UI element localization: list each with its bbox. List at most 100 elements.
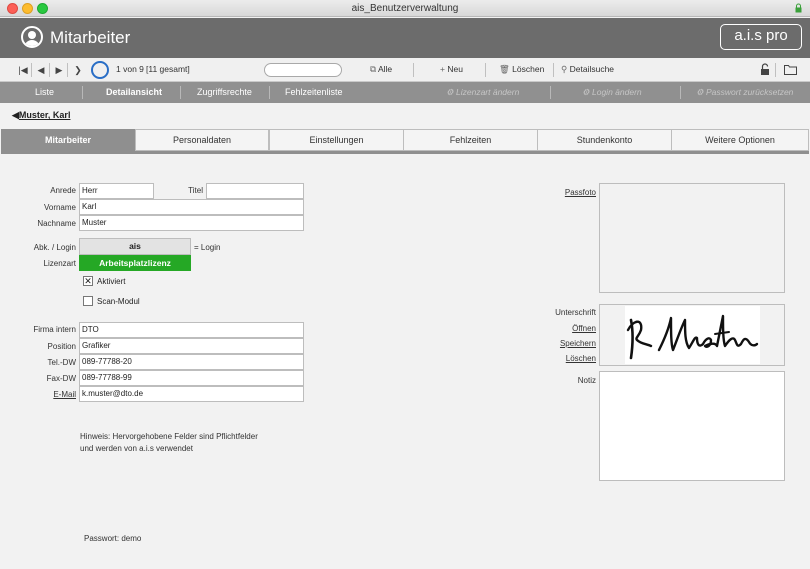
padlock-open-icon[interactable] (760, 63, 770, 76)
firma-field[interactable]: DTO (79, 322, 304, 338)
divider (180, 86, 181, 99)
window-titlebar: ais_Benutzerverwaltung (0, 0, 810, 17)
trash-icon: 🗑 (499, 64, 510, 74)
reset-password-button[interactable]: ⚙ Passwort zurücksetzen (696, 87, 793, 98)
signature-icon (626, 314, 759, 360)
change-license-label: Lizenzart ändern (456, 87, 520, 97)
record-position: 1 von 9 (116, 64, 144, 74)
breadcrumb-label: Muster, Karl (18, 110, 71, 120)
divider (269, 86, 270, 99)
notiz-field[interactable] (599, 371, 785, 481)
menu-detailansicht[interactable]: Detailansicht (106, 87, 162, 97)
titel-field[interactable] (206, 183, 304, 199)
divider (553, 63, 554, 77)
email-field[interactable]: k.muster@dto.de (79, 386, 304, 402)
menu-liste[interactable]: Liste (35, 87, 54, 97)
divider (67, 63, 68, 77)
search-input[interactable] (264, 63, 342, 77)
next-record-icon[interactable]: ▶ (53, 64, 65, 76)
nachname-field[interactable]: Muster (79, 215, 304, 231)
login-suffix: = Login (194, 243, 221, 252)
records-icon: ⧉ (370, 64, 377, 74)
menu-fehlzeitenliste[interactable]: Fehlzeitenliste (285, 87, 343, 97)
toolbar: |◀ ◀ ▶ ❯ 1 von 9 [11 gesamt] ⧉ Alle + Ne… (0, 58, 810, 82)
license-type-button[interactable]: Arbeitsplatzlizenz (79, 255, 191, 271)
delete-record-label: Löschen (512, 64, 545, 74)
note-line-1: Hinweis: Hervorgehobene Felder sind Pfli… (80, 432, 258, 441)
divider (31, 63, 32, 77)
tel-field[interactable]: 089-77788-20 (79, 354, 304, 370)
show-all-label: Alle (377, 64, 393, 74)
fax-field[interactable]: 089-77788-99 (79, 370, 304, 386)
anrede-label: Anrede (50, 186, 76, 195)
aktiviert-label: Aktiviert (97, 277, 126, 286)
position-label: Position (47, 342, 76, 351)
tab-fehlzeiten[interactable]: Fehlzeiten (403, 129, 538, 151)
prev-record-icon[interactable]: ◀ (35, 64, 47, 76)
reset-password-label: Passwort zurücksetzen (706, 87, 794, 97)
lizenzart-label: Lizenzart (43, 259, 76, 268)
magnifier-icon: ⚲ (561, 64, 568, 74)
divider (413, 63, 414, 77)
vorname-label: Vorname (43, 203, 76, 212)
login-field: ais (79, 238, 191, 255)
change-login-label: Login ändern (592, 87, 642, 97)
new-record-label: Neu (447, 64, 463, 74)
change-license-button[interactable]: ⚙ Lizenzart ändern (446, 87, 519, 98)
change-login-button[interactable]: ⚙ Login ändern (582, 87, 642, 98)
vorname-field[interactable]: Karl (79, 199, 304, 215)
show-all-button[interactable]: ⧉ Alle (370, 64, 392, 75)
signature-image (625, 306, 760, 364)
note-line-2: und werden von a.i.s verwendet (80, 444, 193, 453)
tab-personaldaten[interactable]: Personaldaten (135, 129, 269, 151)
aktiviert-checkbox[interactable]: ✕ (83, 276, 93, 286)
speichern-link[interactable]: Speichern (520, 339, 596, 348)
tab-weitere-optionen[interactable]: Weitere Optionen (671, 129, 809, 151)
menu-zugriffsrechte[interactable]: Zugriffsrechte (197, 87, 252, 97)
firma-label: Firma intern (33, 325, 76, 334)
passfoto-link[interactable]: Passfoto (530, 188, 596, 197)
divider (680, 86, 681, 99)
anrede-field[interactable]: Herr (79, 183, 154, 199)
gear-icon: ⚙ (446, 87, 454, 97)
password-hint: Passwort: demo (84, 534, 142, 543)
tab-mitarbeiter[interactable]: Mitarbeiter (1, 129, 135, 151)
fax-label: Fax-DW (46, 374, 76, 383)
first-record-icon[interactable]: |◀ (17, 64, 29, 76)
folder-icon[interactable] (784, 64, 797, 75)
app-logo: a.i.s pro (720, 24, 802, 50)
view-menubar: Liste Detailansicht Zugriffsrechte Fehlz… (0, 82, 810, 103)
oeffnen-link[interactable]: Öffnen (520, 324, 596, 333)
tel-label: Tel.-DW (47, 358, 76, 367)
window-title: ais_Benutzerverwaltung (351, 3, 459, 14)
plus-icon: + (440, 64, 445, 74)
email-link[interactable]: E-Mail (20, 390, 76, 399)
position-field[interactable]: Grafiker (79, 338, 304, 354)
breadcrumb[interactable]: ◀Muster, Karl (12, 110, 70, 121)
scan-modul-checkbox[interactable] (83, 296, 93, 306)
tab-einstellungen[interactable]: Einstellungen (269, 129, 404, 151)
scan-modul-label: Scan-Modul (97, 297, 140, 306)
unterschrift-label: Unterschrift (555, 308, 596, 317)
notiz-label: Notiz (577, 376, 596, 385)
detail-search-label: Detailsuche (569, 64, 615, 74)
record-total: [11 gesamt] (146, 64, 190, 74)
divider (49, 63, 50, 77)
tab-underline (1, 151, 809, 154)
passfoto-box[interactable] (599, 183, 785, 293)
nachname-label: Nachname (37, 219, 76, 228)
last-record-icon[interactable]: ❯ (72, 64, 84, 76)
detail-search-button[interactable]: ⚲ Detailsuche (561, 64, 614, 75)
loeschen-link[interactable]: Löschen (520, 354, 596, 363)
tab-stundenkonto[interactable]: Stundenkonto (537, 129, 672, 151)
record-progress-icon (91, 61, 109, 79)
new-record-button[interactable]: + Neu (440, 64, 463, 74)
titel-label: Titel (188, 186, 203, 195)
divider (485, 63, 486, 77)
app-header: Mitarbeiter a.i.s pro (0, 18, 810, 58)
divider (550, 86, 551, 99)
delete-record-button[interactable]: 🗑 Löschen (499, 64, 544, 75)
user-icon (21, 26, 43, 48)
gear-icon: ⚙ (582, 87, 590, 97)
lock-icon (795, 3, 802, 13)
